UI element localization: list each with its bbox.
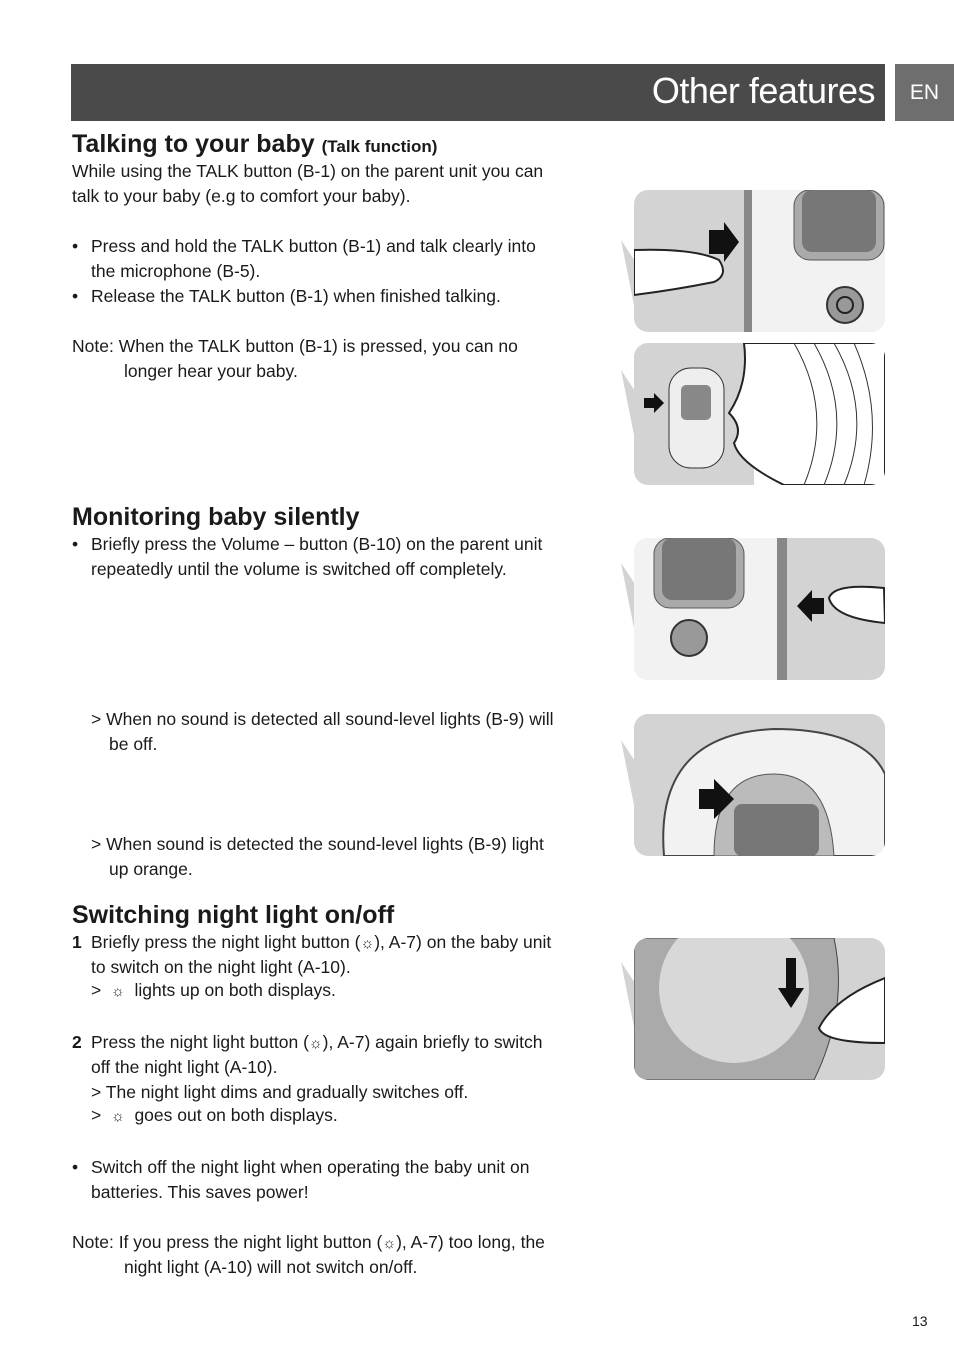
monitor-result-1b: be off.: [109, 734, 158, 754]
text: Briefly press the night light button (: [91, 932, 361, 952]
illustration-night-light-button: [634, 938, 885, 1080]
talk-intro-2: talk to your baby (e.g to comfort your b…: [72, 186, 411, 206]
language-tab: EN: [895, 64, 954, 121]
monitor-result-1a: > When no sound is detected all sound-le…: [91, 709, 554, 729]
text: ), A-7) on the baby unit: [374, 932, 552, 952]
monitor-result-2a: > When sound is detected the sound-level…: [91, 834, 544, 854]
night-step-1b: to switch on the night light (A-10).: [91, 957, 351, 977]
night-step-1c: > ☼ lights up on both displays.: [72, 978, 336, 1004]
illustration-volume-button: [634, 538, 885, 680]
sun-icon: ☼: [360, 935, 375, 952]
page-number: 13: [912, 1313, 928, 1329]
night-step-2d: > ☼ goes out on both displays.: [72, 1103, 338, 1129]
night-bullet-1a: Switch off the night light when operatin…: [91, 1157, 530, 1177]
text: Note: If you press the night light butto…: [72, 1232, 383, 1252]
night-step-2b: off the night light (A-10).: [91, 1057, 278, 1077]
night-step-2c: > The night light dims and gradually swi…: [91, 1082, 469, 1102]
talk-intro-1: While using the TALK button (B-1) on the…: [72, 161, 544, 181]
text: Press the night light button (: [91, 1032, 309, 1052]
sun-icon: ☼: [308, 1035, 323, 1052]
talk-bullet-1b: the microphone (B-5).: [91, 261, 261, 281]
talk-bullet-1a: Press and hold the TALK button (B-1) and…: [91, 236, 536, 256]
night-note-2: night light (A-10) will not switch on/of…: [124, 1257, 418, 1277]
text: >: [91, 1105, 102, 1125]
night-bullet-1b: batteries. This saves power!: [91, 1182, 309, 1202]
heading-talk: Talking to your baby (Talk function): [72, 129, 437, 162]
heading-text: Talking to your baby: [72, 130, 315, 158]
illustration-talk-button: [634, 190, 885, 332]
talk-bullet-2: Release the TALK button (B-1) when finis…: [91, 286, 501, 306]
sun-icon: ☼: [382, 1235, 397, 1252]
text: goes out on both displays.: [134, 1105, 338, 1125]
night-note-1: Note: If you press the night light butto…: [72, 1230, 545, 1256]
night-step-1a: Briefly press the night light button (☼)…: [72, 930, 551, 956]
illustration-sound-lights: [634, 714, 885, 856]
monitor-bullet-1a: Briefly press the Volume – button (B-10)…: [91, 534, 543, 554]
heading-sub: (Talk function): [321, 137, 438, 156]
monitor-result-2b: up orange.: [109, 859, 193, 879]
page-title: Other features: [651, 70, 876, 111]
sun-icon: ☼: [110, 983, 125, 1000]
heading-night: Switching night light on/off: [72, 901, 395, 929]
talk-note-2: longer hear your baby.: [124, 361, 298, 381]
talk-note-1: Note: When the TALK button (B-1) is pres…: [72, 336, 518, 356]
text: ), A-7) again briefly to switch: [322, 1032, 543, 1052]
text: lights up on both displays.: [134, 980, 336, 1000]
illustration-talking: [634, 343, 885, 485]
night-step-2a: Press the night light button (☼), A-7) a…: [72, 1030, 542, 1056]
text: ), A-7) too long, the: [396, 1232, 545, 1252]
heading-monitor: Monitoring baby silently: [72, 503, 360, 531]
text: >: [91, 980, 102, 1000]
section-header: Other features: [71, 64, 885, 121]
sun-icon: ☼: [110, 1108, 125, 1125]
monitor-bullet-1b: repeatedly until the volume is switched …: [91, 559, 507, 579]
